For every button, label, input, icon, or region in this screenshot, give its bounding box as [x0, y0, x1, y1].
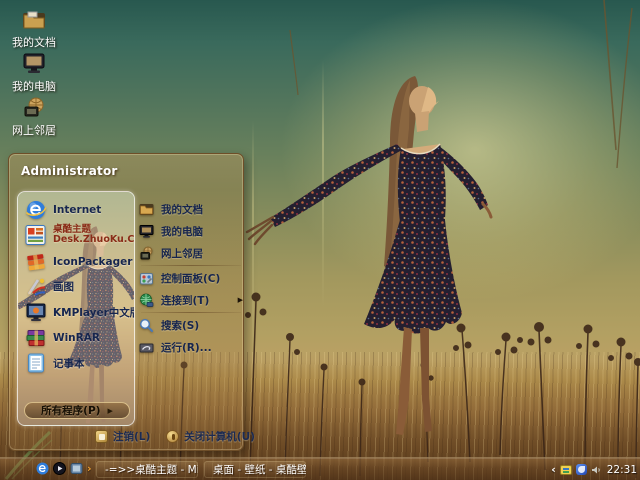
network-places-icon: [139, 246, 154, 261]
quick-launch-bar: ›: [36, 462, 92, 475]
my-computer-icon: [20, 52, 48, 76]
taskbar-task-wallpaper-page[interactable]: 桌面 - 壁纸 - 桌酷壁...: [204, 461, 306, 478]
start-item-notepad[interactable]: 记事本: [25, 351, 131, 375]
desktop-icon-label: 我的电脑: [12, 78, 56, 94]
start-item-kmplayer[interactable]: KMPlayer中文版: [25, 300, 131, 324]
run-icon: [139, 340, 154, 355]
kmplayer-icon: [25, 301, 47, 323]
show-desktop-icon[interactable]: [70, 462, 83, 475]
start-item-label: 画图: [53, 279, 74, 294]
start-item-label: 搜索(S): [161, 318, 199, 333]
my-computer-icon: [139, 224, 154, 239]
menu-separator: [141, 312, 241, 313]
logoff-label: 注销(L): [113, 429, 150, 444]
task-label: -=>>桌酷主题 - Mic...: [105, 462, 198, 477]
submenu-arrow-icon: ▶: [238, 296, 243, 304]
start-item-label: 运行(R)...: [161, 340, 212, 355]
start-item-label: 桌酷主题Desk.ZhuoKu.Com: [53, 225, 135, 246]
start-item-my-documents[interactable]: 我的文档: [139, 198, 243, 220]
control-panel-icon: [139, 271, 154, 286]
desktop-icon-label: 我的文档: [12, 34, 56, 50]
start-menu-footer: 注销(L) 关闭计算机(U): [95, 426, 255, 446]
start-item-label: 控制面板(C): [161, 271, 220, 286]
all-programs-label: 所有程序(P): [41, 403, 100, 418]
start-item-label: Internet: [53, 204, 101, 216]
tray-collapse-chevron[interactable]: ‹: [551, 464, 556, 475]
start-item-network-places[interactable]: 网上邻居: [139, 242, 243, 264]
start-item-label: KMPlayer中文版: [53, 305, 135, 320]
task-label: 桌面 - 壁纸 - 桌酷壁...: [213, 462, 306, 477]
start-item-label: IconPackager: [53, 256, 132, 268]
start-item-label: 我的电脑: [161, 224, 203, 239]
desktop-icon-network-places[interactable]: 网上邻居: [2, 96, 66, 138]
all-programs-arrow-icon: ▶: [107, 407, 112, 415]
start-item-paint[interactable]: 画图: [25, 274, 131, 298]
system-tray: ‹ 22:31: [551, 461, 637, 478]
input-method-icon[interactable]: [560, 465, 572, 475]
connect-to-icon: [139, 293, 154, 308]
start-item-my-computer[interactable]: 我的电脑: [139, 220, 243, 242]
winrar-icon: [25, 327, 47, 349]
quick-launch-overflow-chevron[interactable]: ›: [87, 463, 92, 474]
desktop-icon-my-documents[interactable]: 我的文档: [2, 8, 66, 50]
start-item-winrar[interactable]: WinRAR: [25, 326, 131, 350]
logoff-button[interactable]: 注销(L): [95, 429, 150, 444]
desktop-icon-my-computer[interactable]: 我的电脑: [2, 52, 66, 94]
shutdown-icon: [166, 430, 179, 443]
search-icon: [139, 318, 154, 333]
start-item-label: WinRAR: [53, 332, 100, 344]
internet-explorer-icon[interactable]: [36, 462, 49, 475]
desktop-icon-label: 网上邻居: [12, 122, 56, 138]
tray-clock[interactable]: 22:31: [607, 464, 637, 476]
wallpaper-woman-figure: [240, 70, 540, 470]
media-player-icon[interactable]: [53, 462, 66, 475]
start-menu-right-column: 我的文档 我的电脑 网上邻居: [139, 198, 243, 358]
notepad-icon: [25, 352, 47, 374]
start-item-run[interactable]: 运行(R)...: [139, 336, 243, 358]
start-item-iconpackager[interactable]: IconPackager: [25, 250, 131, 274]
volume-icon[interactable]: [591, 465, 601, 475]
my-documents-icon: [20, 8, 48, 32]
start-item-zhuoku-theme[interactable]: 桌酷主题Desk.ZhuoKu.Com: [25, 222, 131, 248]
start-item-search[interactable]: 搜索(S): [139, 314, 243, 336]
start-item-label: 我的文档: [161, 202, 203, 217]
start-item-control-panel[interactable]: 控制面板(C): [139, 267, 243, 289]
start-menu-left-panel: Internet 桌酷主题Desk.ZhuoKu.Com: [17, 191, 135, 426]
logoff-icon: [95, 430, 108, 443]
start-item-label: 记事本: [53, 356, 85, 371]
taskbar: › -=>>桌酷主题 - Mic... 桌面 - 壁纸 - 桌酷壁... ‹: [0, 457, 640, 480]
zhuoku-theme-icon: [25, 224, 47, 246]
start-item-connect-to[interactable]: 连接到(T) ▶: [139, 289, 243, 311]
paint-icon: [25, 275, 47, 297]
start-menu-username: Administrator: [21, 164, 118, 178]
shutdown-label: 关闭计算机(U): [184, 429, 255, 444]
messenger-icon[interactable]: [576, 464, 587, 475]
start-item-internet[interactable]: Internet: [25, 198, 131, 222]
desktop: 我的文档 我的电脑 网上邻居 Administrator: [0, 0, 640, 480]
my-documents-icon: [139, 202, 154, 217]
start-item-label: 连接到(T): [161, 293, 209, 308]
taskbar-task-zhuoku-theme[interactable]: -=>>桌酷主题 - Mic...: [96, 461, 198, 478]
shutdown-button[interactable]: 关闭计算机(U): [166, 429, 255, 444]
start-item-label: 网上邻居: [161, 246, 203, 261]
internet-explorer-icon: [25, 199, 47, 221]
menu-separator: [141, 265, 241, 266]
all-programs-button[interactable]: 所有程序(P) ▶: [24, 402, 130, 419]
iconpackager-icon: [25, 251, 47, 273]
network-places-icon: [20, 96, 48, 120]
start-menu: Administrator Internet: [8, 153, 244, 451]
